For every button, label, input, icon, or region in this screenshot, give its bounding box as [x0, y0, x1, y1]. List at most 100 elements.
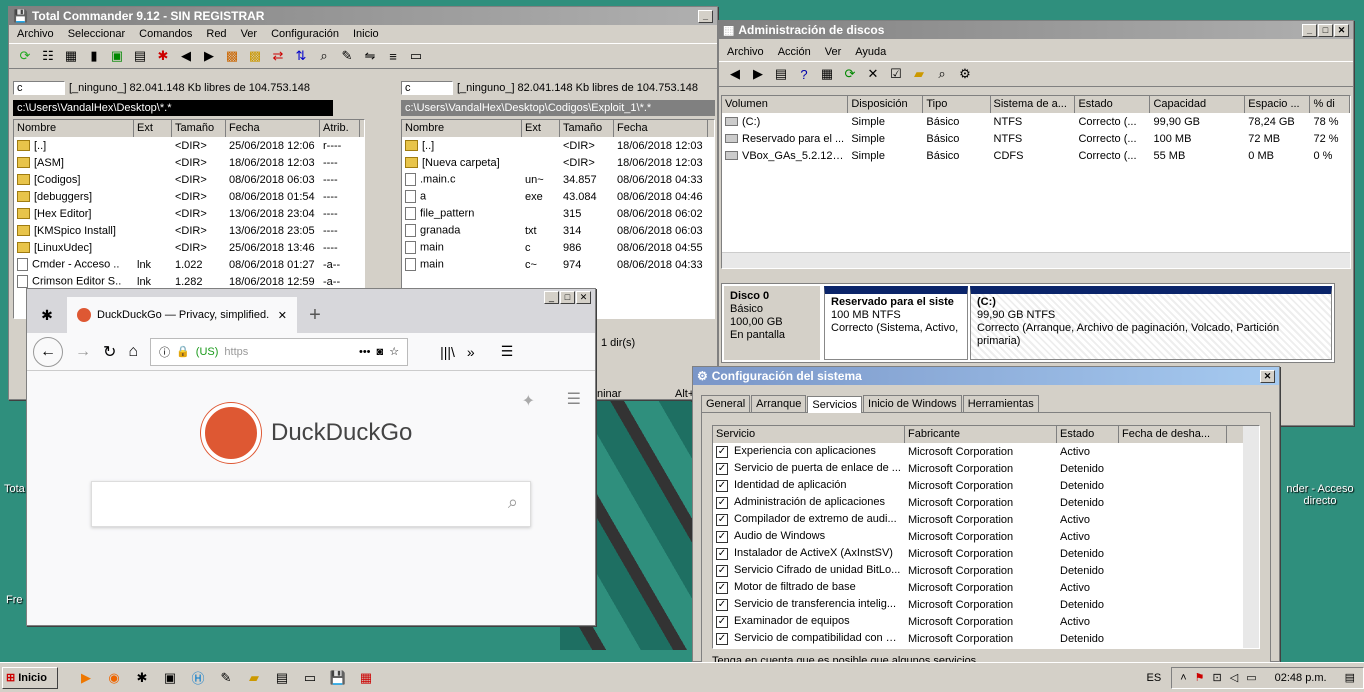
- column-header[interactable]: Estado: [1075, 96, 1151, 113]
- column-header[interactable]: Tipo: [923, 96, 991, 113]
- column-header[interactable]: Tamaño: [172, 120, 226, 137]
- column-header[interactable]: Atrib.: [320, 120, 360, 137]
- table-row[interactable]: [..] <DIR> 25/06/2018 12:06 r----: [14, 137, 364, 154]
- action-center-icon[interactable]: ⚑: [1195, 671, 1205, 684]
- start-button[interactable]: ⊞ Inicio: [2, 666, 58, 689]
- terminal-icon[interactable]: ▣: [158, 667, 182, 689]
- back-icon[interactable]: ◀: [176, 46, 196, 66]
- table-row[interactable]: Reservado para el ... Simple Básico NTFS Cor…: [722, 130, 1350, 147]
- maximize-button[interactable]: □: [560, 291, 575, 304]
- refresh-icon[interactable]: ⟳: [840, 64, 860, 84]
- disk0-label[interactable]: Disco 0 Básico 100,00 GB En pantalla: [724, 286, 820, 360]
- computer-icon[interactable]: ▭: [298, 667, 322, 689]
- column-header[interactable]: Fecha: [226, 120, 320, 137]
- column-header[interactable]: Ext: [522, 120, 560, 137]
- search-icon[interactable]: ⌕: [508, 492, 518, 513]
- home-button[interactable]: ⌂: [128, 343, 138, 361]
- notification-icon[interactable]: ▤: [1345, 671, 1355, 684]
- forward-icon[interactable]: ▶: [748, 64, 768, 84]
- table-row[interactable]: ✓ Administración de aplicaciones Microsoft…: [713, 494, 1259, 511]
- menu-item[interactable]: Configuración: [271, 28, 339, 40]
- maximize-button[interactable]: □: [1318, 23, 1333, 37]
- view-icon[interactable]: ▦: [817, 64, 837, 84]
- column-header[interactable]: Volumen: [722, 96, 849, 113]
- twitter-icon[interactable]: ✦: [522, 391, 535, 411]
- desktop-label-fre[interactable]: Fre: [6, 594, 23, 606]
- table-row[interactable]: main c 986 08/06/2018 04:55: [402, 239, 714, 256]
- table-row[interactable]: [LinuxUdec] <DIR> 25/06/2018 13:46 ----: [14, 239, 364, 256]
- browser-tab[interactable]: DuckDuckGo — Privacy, simplified. ✕: [67, 297, 297, 333]
- info-icon[interactable]: ⓘ: [159, 344, 170, 360]
- table-row[interactable]: [Hex Editor] <DIR> 13/06/2018 23:04 ----: [14, 205, 364, 222]
- left-drive-select[interactable]: c: [13, 81, 65, 95]
- url-bar[interactable]: ⓘ 🔒 (US) https ••• ◙ ☆: [150, 337, 409, 366]
- checkbox-icon[interactable]: ✓: [716, 564, 728, 577]
- checkbox-icon[interactable]: ✓: [716, 479, 728, 492]
- tab-arranque[interactable]: Arranque: [751, 395, 807, 412]
- back-icon[interactable]: ◀: [725, 64, 745, 84]
- overflow-icon[interactable]: »: [467, 344, 475, 360]
- table-row[interactable]: ✓ Identidad de aplicación Microsoft Corpor…: [713, 477, 1259, 494]
- checkbox-icon[interactable]: ✓: [716, 496, 728, 509]
- menu-item[interactable]: Ver: [241, 28, 258, 40]
- unpack-icon[interactable]: ▩: [245, 46, 265, 66]
- close-button[interactable]: ✕: [576, 291, 591, 304]
- tree-icon[interactable]: ▮: [84, 46, 104, 66]
- language-indicator[interactable]: ES: [1147, 672, 1162, 684]
- column-header[interactable]: Ext: [134, 120, 172, 137]
- select-icon[interactable]: ✱: [153, 46, 173, 66]
- table-row[interactable]: ✓ Compilador de extremo de audi... Microso…: [713, 511, 1259, 528]
- forward-button[interactable]: →: [75, 343, 91, 361]
- table-row[interactable]: a exe 43.084 08/06/2018 04:46: [402, 188, 714, 205]
- back-button[interactable]: ←: [33, 336, 63, 367]
- vertical-scrollbar[interactable]: [1243, 426, 1259, 648]
- firefox-icon[interactable]: ◉: [102, 667, 126, 689]
- msc-titlebar[interactable]: ⚙ Configuración del sistema ✕: [693, 367, 1279, 385]
- column-header[interactable]: % di: [1310, 96, 1350, 113]
- menu-item[interactable]: Red: [206, 28, 226, 40]
- table-row[interactable]: granada txt 314 08/06/2018 06:03: [402, 222, 714, 239]
- properties-icon[interactable]: ☑: [886, 64, 906, 84]
- compare-icon[interactable]: ≡: [383, 46, 403, 66]
- table-row[interactable]: VBox_GAs_5.2.12 (... Simple Básico CDFS Corr…: [722, 147, 1350, 164]
- close-button[interactable]: ✕: [1334, 23, 1349, 37]
- refresh-icon[interactable]: ⟳: [15, 46, 35, 66]
- menu-item[interactable]: Ver: [825, 46, 842, 58]
- column-header[interactable]: Sistema de a...: [991, 96, 1076, 113]
- notepad-icon[interactable]: ▭: [406, 46, 426, 66]
- clock[interactable]: 02:48 p.m.: [1275, 672, 1327, 684]
- checkbox-icon[interactable]: ✓: [716, 598, 728, 611]
- checkbox-icon[interactable]: ✓: [716, 530, 728, 543]
- disk-titlebar[interactable]: ▦ Administración de discos _ □ ✕: [719, 21, 1353, 39]
- left-path[interactable]: c:\Users\VandalHex\Desktop\*.*: [13, 100, 333, 116]
- desktop-label-cmder[interactable]: nder - Acceso directo: [1280, 483, 1360, 507]
- checkbox-icon[interactable]: ✓: [716, 632, 728, 645]
- help-icon[interactable]: ?: [794, 64, 814, 84]
- hamburger-menu-icon[interactable]: ☰: [567, 389, 581, 409]
- sync-icon[interactable]: ⇋: [360, 46, 380, 66]
- table-row[interactable]: [debuggers] <DIR> 08/06/2018 01:54 ----: [14, 188, 364, 205]
- checkbox-icon[interactable]: ✓: [716, 615, 728, 628]
- console-icon[interactable]: ▤: [771, 64, 791, 84]
- pocket-icon[interactable]: ◙: [377, 346, 384, 358]
- msconfig-icon[interactable]: ▦: [354, 667, 378, 689]
- new-tab-icon[interactable]: +: [297, 297, 333, 333]
- tab-general[interactable]: General: [701, 395, 751, 412]
- table-row[interactable]: [KMSpico Install] <DIR> 13/06/2018 23:05 --…: [14, 222, 364, 239]
- column-header[interactable]: Espacio ...: [1245, 96, 1311, 113]
- right-drive-select[interactable]: c: [401, 81, 453, 95]
- table-row[interactable]: main c~ 974 08/06/2018 04:33: [402, 256, 714, 273]
- minimize-button[interactable]: _: [698, 9, 713, 23]
- search-input[interactable]: ⌕: [91, 481, 531, 527]
- preview-icon[interactable]: ▤: [130, 46, 150, 66]
- menu-item[interactable]: Inicio: [353, 28, 379, 40]
- right-path[interactable]: c:\Users\VandalHex\Desktop\Codigos\Explo…: [401, 100, 715, 116]
- checkbox-icon[interactable]: ✓: [716, 547, 728, 560]
- table-row[interactable]: [..] <DIR> 18/06/2018 12:03: [402, 137, 714, 154]
- table-row[interactable]: ✓ Experiencia con aplicaciones Microsoft C…: [713, 443, 1259, 460]
- minimize-button[interactable]: _: [544, 291, 559, 304]
- library-icon[interactable]: |||\: [440, 344, 455, 360]
- search-icon[interactable]: ⌕: [314, 46, 334, 66]
- partition-c[interactable]: (C:) 99,90 GB NTFS Correcto (Arranque, Arc…: [970, 286, 1332, 360]
- table-row[interactable]: .main.c un~ 34.857 08/06/2018 04:33: [402, 171, 714, 188]
